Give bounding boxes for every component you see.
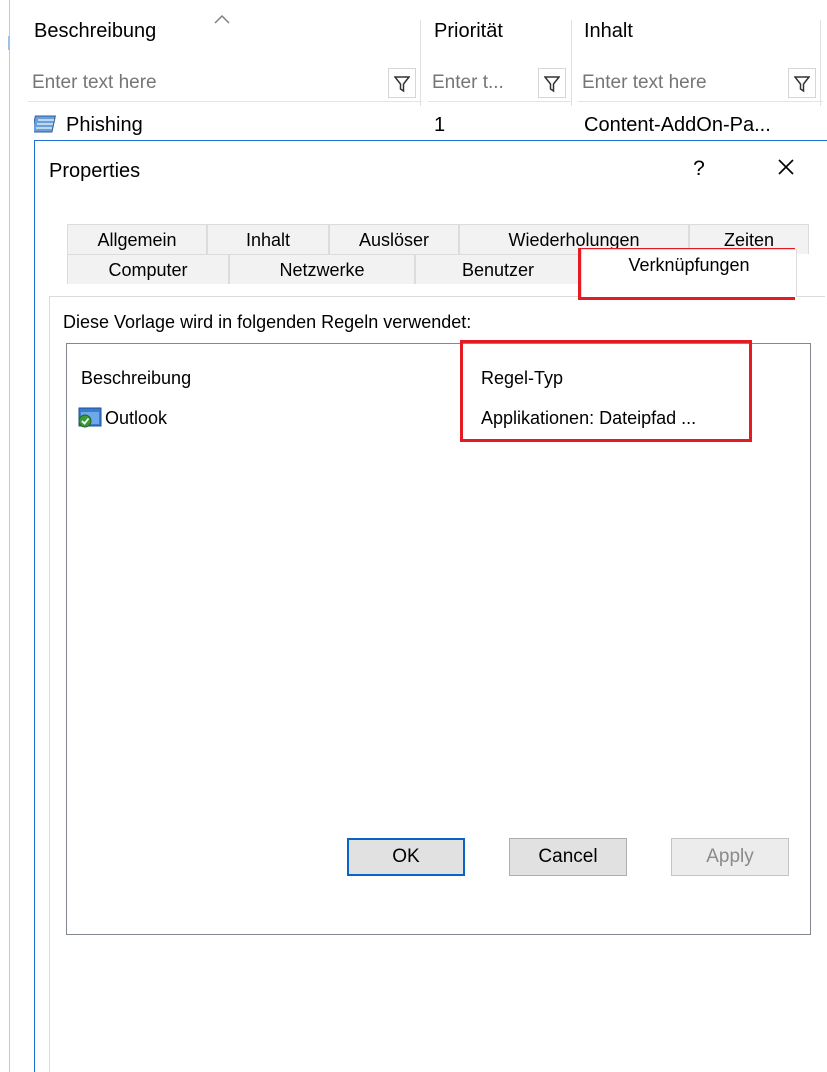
grid-row-beschreibung[interactable]: Phishing (66, 108, 143, 142)
list-item-regel-typ[interactable]: Applikationen: Dateipfad ... (481, 408, 696, 429)
grid-row-inhalt[interactable]: Content-AddOn-Pa... (584, 108, 771, 142)
column-header-beschreibung[interactable]: Beschreibung (34, 18, 156, 44)
close-icon (778, 159, 794, 175)
tab-ausloeser[interactable]: Auslöser (329, 224, 459, 254)
tab-benutzer[interactable]: Benutzer (415, 254, 581, 284)
tab-allgemein[interactable]: Allgemein (67, 224, 207, 254)
panel-caption: Diese Vorlage wird in folgenden Regeln v… (63, 312, 472, 332)
application-rule-icon (78, 407, 102, 428)
apply-button[interactable]: Apply (671, 838, 789, 876)
grid-row-prioritaet[interactable]: 1 (434, 108, 445, 142)
list-header-regel-typ[interactable]: Regel-Typ (481, 368, 563, 389)
cancel-button[interactable]: Cancel (509, 838, 627, 876)
column-header-prioritaet[interactable]: Priorität (434, 18, 503, 44)
filter-button[interactable] (788, 68, 816, 98)
left-edge-marker (8, 36, 10, 50)
filter-icon (794, 76, 810, 93)
tab-computer[interactable]: Computer (67, 254, 229, 284)
filter-cell-beschreibung (28, 64, 422, 102)
sort-ascending-icon (214, 14, 230, 24)
filter-input-inhalt[interactable] (578, 64, 778, 102)
help-button[interactable]: ? (687, 157, 711, 181)
column-separator (571, 20, 572, 106)
filter-icon (394, 76, 410, 93)
filter-input-prioritaet[interactable] (428, 64, 532, 102)
filter-input-beschreibung[interactable] (28, 64, 378, 102)
filter-button[interactable] (538, 68, 566, 98)
list-header-beschreibung[interactable]: Beschreibung (81, 368, 191, 389)
template-icon (34, 115, 56, 133)
column-header-inhalt[interactable]: Inhalt (584, 18, 633, 44)
tab-verknuepfungen[interactable]: Verknüpfungen (581, 249, 797, 297)
left-window-edge (0, 0, 10, 1072)
close-button[interactable] (771, 152, 801, 182)
ok-button[interactable]: OK (347, 838, 465, 876)
filter-cell-prioritaet (428, 64, 571, 102)
tab-netzwerke[interactable]: Netzwerke (229, 254, 415, 284)
filter-icon (544, 76, 560, 93)
filter-cell-inhalt (578, 64, 823, 102)
list-item-beschreibung[interactable]: Outlook (105, 408, 167, 429)
tab-inhalt[interactable]: Inhalt (207, 224, 329, 254)
filter-button[interactable] (388, 68, 416, 98)
dialog-title: Properties (49, 160, 141, 182)
properties-dialog: Properties ? Allgemein Inhalt Auslöser W… (34, 140, 827, 1072)
